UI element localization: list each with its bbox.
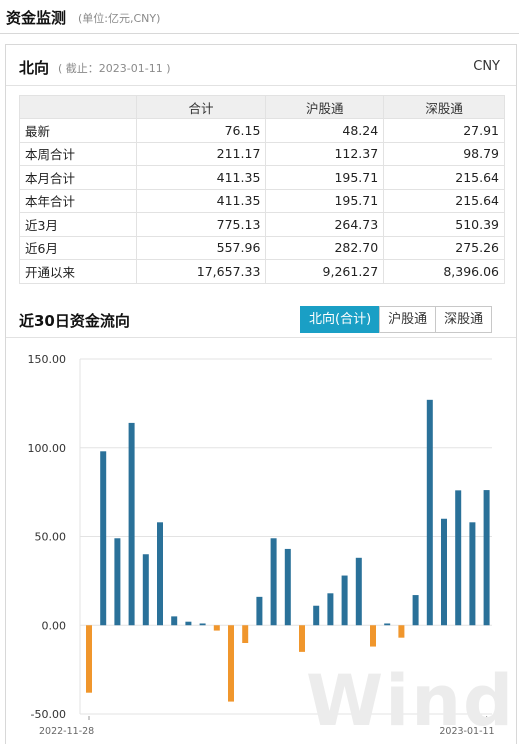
bar: [199, 623, 206, 626]
y-tick-label: 150.00: [28, 353, 67, 366]
bar: [185, 621, 192, 626]
bar: [341, 575, 348, 626]
net-flow-bar-chart: 150.00100.0050.000.00-50.002022-11-28 202…: [28, 353, 495, 737]
bar: [441, 518, 447, 626]
bar: [398, 625, 405, 638]
bar: [114, 538, 121, 626]
bar: [270, 538, 277, 626]
bar: [213, 625, 220, 631]
bar: [128, 422, 135, 626]
bar: [327, 593, 334, 626]
wind-watermark: Wind: [306, 660, 516, 742]
x-tick-label: 2022-11-28: [39, 726, 94, 737]
bar: [242, 625, 249, 643]
bar: [370, 625, 376, 647]
bar: [313, 605, 320, 626]
y-tick-label: 0.00: [42, 619, 67, 632]
bar: [86, 625, 92, 693]
bar: [171, 616, 178, 626]
y-tick-label: 100.00: [28, 442, 67, 455]
y-tick-label: -50.00: [31, 708, 66, 721]
bar: [299, 625, 305, 652]
bar: [284, 548, 291, 626]
bar: [355, 557, 362, 626]
bar: [256, 596, 263, 626]
bar: [228, 625, 234, 702]
bar: [142, 554, 149, 626]
y-tick-label: 50.00: [35, 531, 67, 544]
bar: [157, 522, 163, 626]
bar: [483, 490, 490, 626]
bar: [455, 490, 462, 626]
bar: [412, 595, 419, 626]
bar: [426, 399, 433, 626]
bar: [469, 522, 476, 626]
bar: [100, 451, 107, 626]
bar: [384, 623, 391, 626]
